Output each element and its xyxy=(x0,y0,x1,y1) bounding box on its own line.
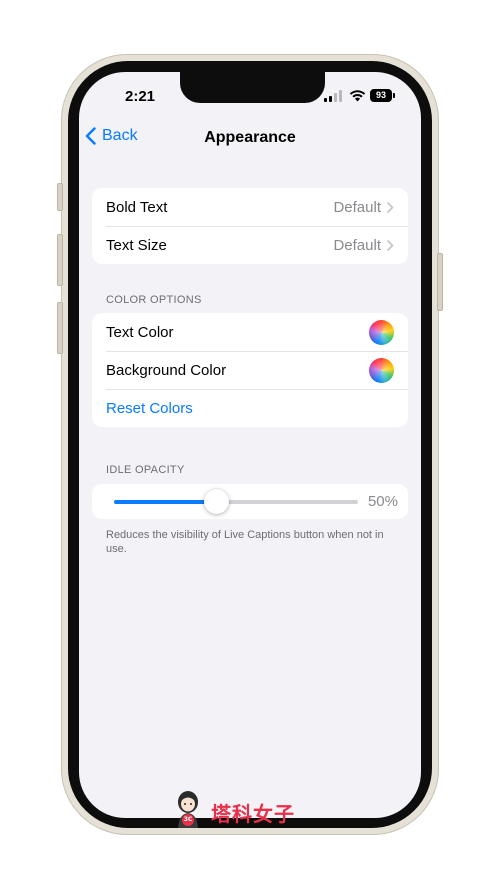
battery-icon: 93 xyxy=(370,89,392,102)
text-size-row[interactable]: Text Size Default xyxy=(92,226,408,264)
color-options-header: COLOR OPTIONS xyxy=(106,294,202,306)
text-color-label: Text Color xyxy=(106,323,174,341)
idle-opacity-group: 50% xyxy=(92,484,408,519)
notch xyxy=(180,72,325,103)
text-size-value: Default xyxy=(333,236,381,254)
bold-text-value: Default xyxy=(333,198,381,216)
reset-colors-label: Reset Colors xyxy=(106,399,193,417)
opacity-slider[interactable] xyxy=(114,489,358,514)
volume-down-button xyxy=(57,302,63,354)
bold-text-label: Bold Text xyxy=(106,198,168,216)
status-time: 2:21 xyxy=(125,88,156,105)
text-size-label: Text Size xyxy=(106,236,167,254)
opacity-value: 50% xyxy=(367,493,398,510)
watermark: 3C 塔科女子 xyxy=(173,790,323,830)
battery-tip xyxy=(393,93,395,98)
idle-opacity-header: IDLE OPACITY xyxy=(106,464,185,476)
power-button xyxy=(437,253,443,311)
background-color-label: Background Color xyxy=(106,361,227,379)
chevron-right-icon xyxy=(387,201,394,213)
color-wheel-icon xyxy=(369,357,394,383)
bold-text-row[interactable]: Bold Text Default xyxy=(92,188,408,226)
cellular-signal-icon xyxy=(324,90,342,102)
watermark-text: 塔科女子 xyxy=(211,802,295,826)
text-color-row[interactable]: Text Color xyxy=(92,313,408,351)
idle-opacity-footnote: Reduces the visibility of Live Captions … xyxy=(106,529,384,555)
screen: 2:21 93 Back Appearance Bold Text Defaul… xyxy=(79,72,421,818)
watermark-badge: 3C xyxy=(183,816,193,823)
text-settings-group: Bold Text Default Text Size Default xyxy=(92,188,408,264)
slider-thumb[interactable] xyxy=(204,489,230,514)
silent-switch xyxy=(57,183,63,211)
background-color-row[interactable]: Background Color xyxy=(92,351,408,389)
page-title: Appearance xyxy=(204,129,296,146)
color-wheel-icon xyxy=(369,319,394,345)
volume-up-button xyxy=(57,234,63,286)
reset-colors-button[interactable]: Reset Colors xyxy=(92,389,408,427)
slider-fill xyxy=(114,500,217,504)
chevron-right-icon xyxy=(387,239,394,251)
wifi-icon xyxy=(349,90,366,102)
color-options-group: Text Color Background Color Reset Colors xyxy=(92,313,408,427)
